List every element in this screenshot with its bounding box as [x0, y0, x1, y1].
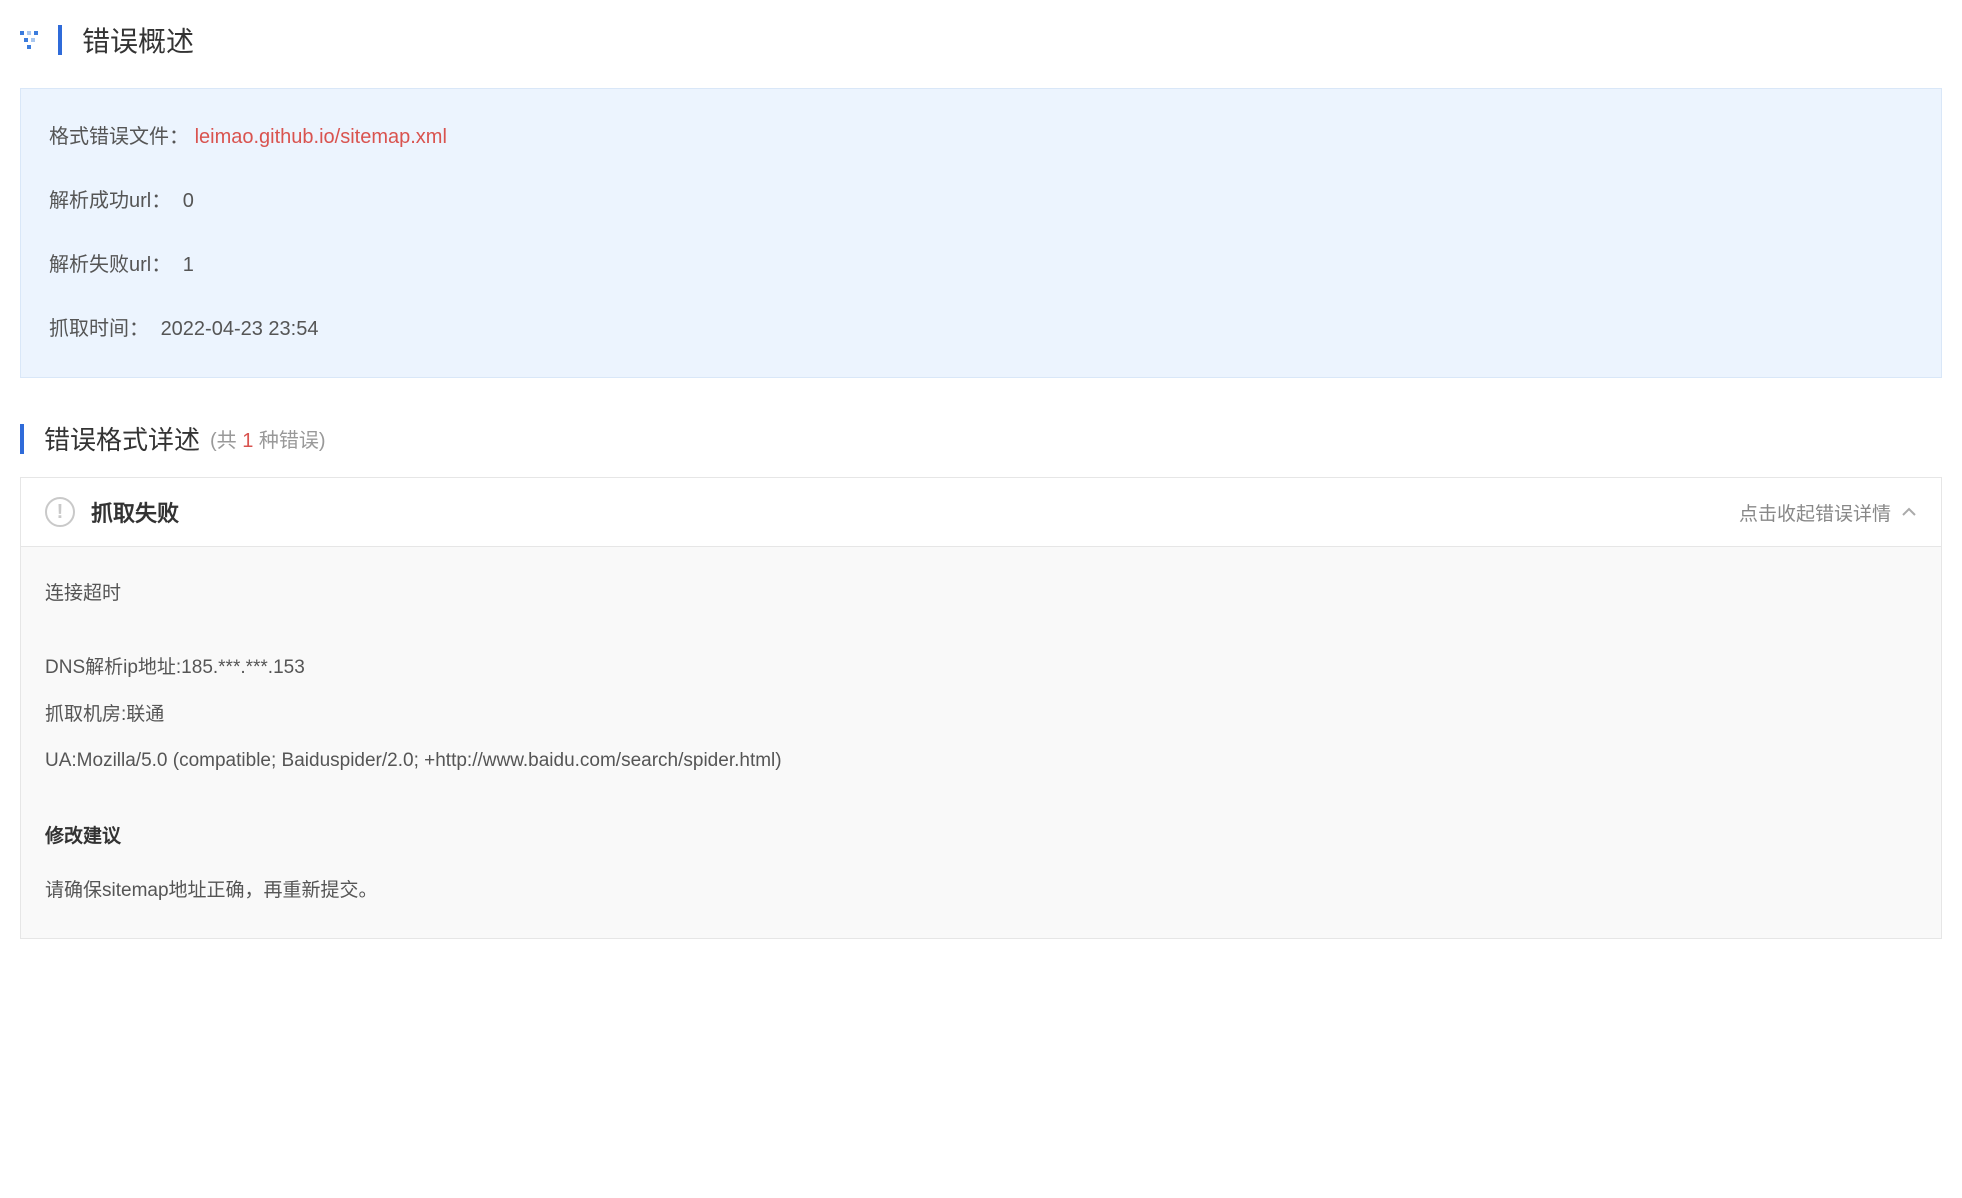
overview-fail-row: 解析失败url： 1 — [49, 249, 1913, 281]
error-card-left: ! 抓取失败 — [45, 496, 179, 528]
overview-success-label: 解析成功url： — [49, 190, 171, 212]
error-card-toggle[interactable]: 点击收起错误详情 — [1739, 499, 1917, 526]
section-divider-bar — [20, 424, 24, 454]
overview-box: 格式错误文件： leimao.github.io/sitemap.xml 解析成… — [20, 88, 1942, 378]
overview-file-link[interactable]: leimao.github.io/sitemap.xml — [195, 126, 447, 148]
overview-time-label: 抓取时间： — [49, 318, 149, 340]
error-card-body: 连接超时 DNS解析ip地址:185.***.***.153 抓取机房:联通 U… — [21, 547, 1941, 938]
overview-fail-value: 1 — [183, 254, 194, 276]
details-subtitle-prefix: (共 — [210, 430, 242, 452]
overview-success-value: 0 — [183, 190, 194, 212]
error-ua-text: UA:Mozilla/5.0 (compatible; Baiduspider/… — [45, 746, 1917, 776]
error-card-header[interactable]: ! 抓取失败 点击收起错误详情 — [21, 478, 1941, 547]
overview-success-row: 解析成功url： 0 — [49, 185, 1913, 217]
overview-time-value: 2022-04-23 23:54 — [161, 318, 319, 340]
overview-time-row: 抓取时间： 2022-04-23 23:54 — [49, 313, 1913, 345]
error-card: ! 抓取失败 点击收起错误详情 连接超时 DNS解析ip地址:185.***.*… — [20, 477, 1942, 939]
suggestion-text: 请确保sitemap地址正确，再重新提交。 — [45, 876, 1917, 906]
error-dns-text: DNS解析ip地址:185.***.***.153 — [45, 653, 1917, 683]
alert-icon: ! — [45, 497, 75, 527]
details-subtitle-suffix: 种错误) — [253, 430, 325, 452]
overview-fail-label: 解析失败url： — [49, 254, 171, 276]
overview-header: 错误概述 — [20, 20, 1942, 60]
details-subtitle: (共 1 种错误) — [210, 424, 326, 453]
details-error-count: 1 — [242, 430, 253, 452]
overview-file-row: 格式错误文件： leimao.github.io/sitemap.xml — [49, 121, 1913, 153]
details-header: 错误格式详述 (共 1 种错误) — [20, 420, 1942, 457]
details-title: 错误格式详述 — [44, 420, 200, 457]
suggestion-title: 修改建议 — [45, 821, 1917, 848]
chevron-up-icon — [1901, 504, 1917, 520]
overview-file-label: 格式错误文件： — [49, 126, 189, 148]
error-card-title: 抓取失败 — [91, 496, 179, 528]
dotted-decoration-icon — [20, 31, 44, 49]
overview-title: 错误概述 — [82, 20, 194, 60]
section-divider-bar — [58, 25, 62, 55]
error-card-toggle-text: 点击收起错误详情 — [1739, 499, 1891, 526]
error-timeout-text: 连接超时 — [45, 579, 1917, 609]
error-room-text: 抓取机房:联通 — [45, 700, 1917, 730]
